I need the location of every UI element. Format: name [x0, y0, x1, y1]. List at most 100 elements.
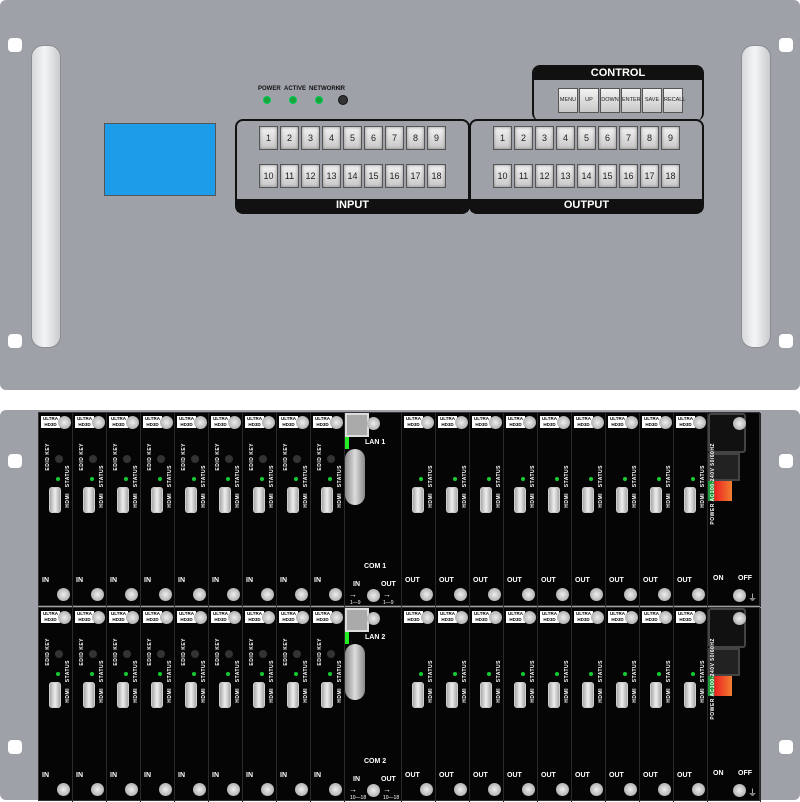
- input-button-14[interactable]: 14: [343, 164, 362, 188]
- edid-key-button[interactable]: [123, 650, 131, 658]
- output-button-11[interactable]: 11: [514, 164, 533, 188]
- hdmi-port[interactable]: [684, 487, 696, 513]
- output-button-9[interactable]: 9: [661, 126, 680, 150]
- hdmi-port[interactable]: [514, 682, 526, 708]
- input-button-16[interactable]: 16: [385, 164, 404, 188]
- output-button-2[interactable]: 2: [514, 126, 533, 150]
- hdmi-port[interactable]: [287, 682, 299, 708]
- hdmi-port[interactable]: [287, 487, 299, 513]
- hdmi-port[interactable]: [548, 682, 560, 708]
- hdmi-port[interactable]: [321, 682, 333, 708]
- com-port[interactable]: [345, 644, 365, 700]
- control-button-recall[interactable]: RECALL: [663, 88, 685, 113]
- hdmi-port[interactable]: [83, 682, 95, 708]
- edid-key-button[interactable]: [293, 650, 301, 658]
- control-button-menu[interactable]: MENU: [558, 88, 578, 113]
- edid-key-button[interactable]: [157, 650, 165, 658]
- output-button-7[interactable]: 7: [619, 126, 638, 150]
- edid-key-button[interactable]: [225, 455, 233, 463]
- output-button-16[interactable]: 16: [619, 164, 638, 188]
- output-button-3[interactable]: 3: [535, 126, 554, 150]
- edid-key-button[interactable]: [123, 455, 131, 463]
- output-button-4[interactable]: 4: [556, 126, 575, 150]
- hdmi-port[interactable]: [548, 487, 560, 513]
- edid-key-button[interactable]: [191, 650, 199, 658]
- control-button-save[interactable]: SAVE: [642, 88, 662, 113]
- input-button-4[interactable]: 4: [322, 126, 341, 150]
- hdmi-port[interactable]: [151, 487, 163, 513]
- hdmi-port[interactable]: [219, 682, 231, 708]
- edid-key-button[interactable]: [157, 455, 165, 463]
- edid-key-button[interactable]: [55, 650, 63, 658]
- edid-key-button[interactable]: [191, 455, 199, 463]
- hdmi-port[interactable]: [253, 682, 265, 708]
- input-button-11[interactable]: 11: [280, 164, 299, 188]
- hdmi-port[interactable]: [117, 682, 129, 708]
- input-button-12[interactable]: 12: [301, 164, 320, 188]
- lan-port[interactable]: [345, 608, 369, 632]
- edid-key-button[interactable]: [89, 650, 97, 658]
- hdmi-port[interactable]: [514, 487, 526, 513]
- edid-key-button[interactable]: [327, 650, 335, 658]
- hdmi-port[interactable]: [650, 682, 662, 708]
- input-button-10[interactable]: 10: [259, 164, 278, 188]
- input-button-9[interactable]: 9: [427, 126, 446, 150]
- hdmi-port[interactable]: [412, 487, 424, 513]
- output-button-12[interactable]: 12: [535, 164, 554, 188]
- edid-key-button[interactable]: [327, 455, 335, 463]
- hdmi-port[interactable]: [582, 487, 594, 513]
- input-button-18[interactable]: 18: [427, 164, 446, 188]
- control-button-enter[interactable]: ENTER: [621, 88, 641, 113]
- output-button-17[interactable]: 17: [640, 164, 659, 188]
- edid-key-button[interactable]: [259, 455, 267, 463]
- hdmi-port[interactable]: [412, 682, 424, 708]
- edid-key-button[interactable]: [225, 650, 233, 658]
- hdmi-port[interactable]: [446, 487, 458, 513]
- edid-key-button[interactable]: [259, 650, 267, 658]
- hdmi-port[interactable]: [117, 487, 129, 513]
- hdmi-port[interactable]: [49, 487, 61, 513]
- input-button-5[interactable]: 5: [343, 126, 362, 150]
- hdmi-port[interactable]: [253, 487, 265, 513]
- output-button-5[interactable]: 5: [577, 126, 596, 150]
- output-button-15[interactable]: 15: [598, 164, 617, 188]
- control-button-down[interactable]: DOWN: [600, 88, 620, 113]
- hdmi-port[interactable]: [185, 487, 197, 513]
- hdmi-port[interactable]: [480, 487, 492, 513]
- hdmi-port[interactable]: [616, 682, 628, 708]
- input-button-17[interactable]: 17: [406, 164, 425, 188]
- output-button-8[interactable]: 8: [640, 126, 659, 150]
- output-button-18[interactable]: 18: [661, 164, 680, 188]
- hdmi-port[interactable]: [49, 682, 61, 708]
- hdmi-port[interactable]: [480, 682, 492, 708]
- hdmi-port[interactable]: [219, 487, 231, 513]
- com-port[interactable]: [345, 449, 365, 505]
- edid-key-button[interactable]: [293, 455, 301, 463]
- edid-key-button[interactable]: [55, 455, 63, 463]
- hdmi-port[interactable]: [650, 487, 662, 513]
- hdmi-port[interactable]: [151, 682, 163, 708]
- input-button-13[interactable]: 13: [322, 164, 341, 188]
- hdmi-port[interactable]: [684, 682, 696, 708]
- output-button-10[interactable]: 10: [493, 164, 512, 188]
- input-button-2[interactable]: 2: [280, 126, 299, 150]
- input-button-6[interactable]: 6: [364, 126, 383, 150]
- input-button-3[interactable]: 3: [301, 126, 320, 150]
- control-button-up[interactable]: UP: [579, 88, 599, 113]
- hdmi-port[interactable]: [582, 682, 594, 708]
- output-button-14[interactable]: 14: [577, 164, 596, 188]
- hdmi-port[interactable]: [83, 487, 95, 513]
- lan-port[interactable]: [345, 413, 369, 437]
- edid-key-button[interactable]: [89, 455, 97, 463]
- output-button-1[interactable]: 1: [493, 126, 512, 150]
- output-button-13[interactable]: 13: [556, 164, 575, 188]
- hdmi-port[interactable]: [321, 487, 333, 513]
- hdmi-port[interactable]: [446, 682, 458, 708]
- hdmi-port[interactable]: [185, 682, 197, 708]
- output-button-6[interactable]: 6: [598, 126, 617, 150]
- input-button-15[interactable]: 15: [364, 164, 383, 188]
- input-button-7[interactable]: 7: [385, 126, 404, 150]
- hdmi-port[interactable]: [616, 487, 628, 513]
- input-button-8[interactable]: 8: [406, 126, 425, 150]
- input-button-1[interactable]: 1: [259, 126, 278, 150]
